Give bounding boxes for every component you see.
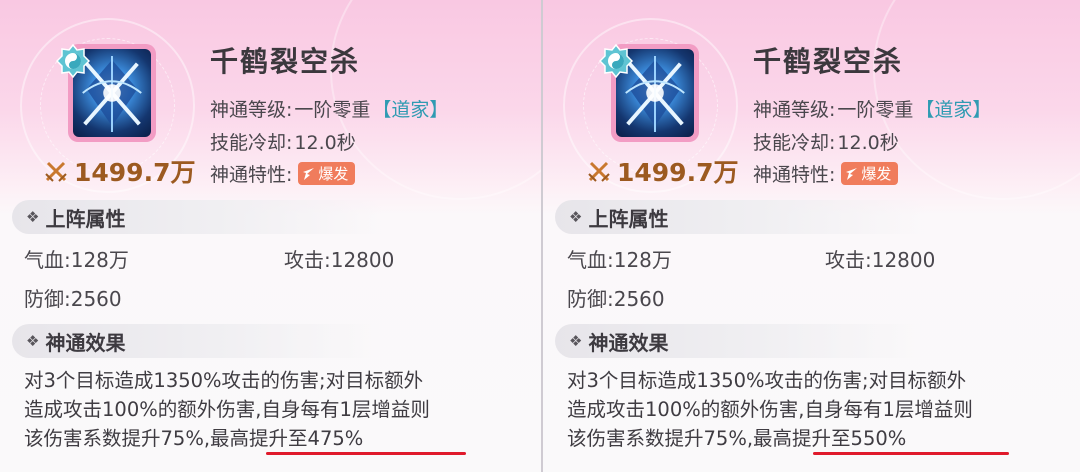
trait-tag: 爆发 <box>841 162 899 185</box>
section-title: 上阵属性 <box>588 206 669 231</box>
skill-name: 千鹤裂空杀 <box>753 45 904 78</box>
combat-power: 1499.7万 <box>587 155 738 187</box>
section-header-effect: ❖ 神通效果 <box>12 324 382 358</box>
level-value: 一阶零重 <box>837 99 914 121</box>
section-header-effect: ❖ 神通效果 <box>555 324 925 358</box>
stat-hp: 气血:128万 <box>567 248 672 272</box>
power-value: 1499.7万 <box>617 158 739 187</box>
effect-line: 该伤害系数提升75%,最高提升至550% <box>567 427 907 450</box>
diamond-bullet-icon: ❖ <box>569 332 583 350</box>
diamond-bullet-icon: ❖ <box>569 208 583 226</box>
skill-level-row: 神通等级: 一阶零重 【道家】 <box>210 95 448 122</box>
cooldown-value: 12.0秒 <box>294 132 356 154</box>
stat-attack: 攻击:12800 <box>284 248 395 272</box>
trait-label: 神通特性: <box>753 164 836 186</box>
effect-highlight: 最高提升至475% <box>210 427 364 450</box>
crossed-swords-power-icon <box>588 161 610 182</box>
effect-line: 对3个目标造成1350%攻击的伤害;对目标额外 <box>24 369 424 392</box>
section-header-attributes: ❖ 上阵属性 <box>555 200 925 234</box>
skill-name: 千鹤裂空杀 <box>210 45 361 78</box>
skill-card-right: 1499.7万 千鹤裂空杀 神通等级: 一阶零重 【道家】 技能冷却: 12.0… <box>543 0 1080 472</box>
section-header-attributes: ❖ 上阵属性 <box>12 200 382 234</box>
cooldown-row: 技能冷却: 12.0秒 <box>210 128 356 155</box>
effect-description: 对3个目标造成1350%攻击的伤害;对目标额外 造成攻击100%的额外伤害,自身… <box>567 366 1067 453</box>
cooldown-row: 技能冷却: 12.0秒 <box>753 128 899 155</box>
effect-line: 对3个目标造成1350%攻击的伤害;对目标额外 <box>567 369 967 392</box>
cooldown-value: 12.0秒 <box>837 132 899 154</box>
diamond-bullet-icon: ❖ <box>26 332 40 350</box>
level-label: 神通等级: <box>753 99 836 121</box>
effect-line: 该伤害系数提升75%,最高提升至475% <box>24 427 364 450</box>
highlight-underline <box>266 452 466 455</box>
trait-tag: 爆发 <box>298 162 356 185</box>
trait-tag-label: 爆发 <box>861 165 892 183</box>
crossed-swords-power-icon <box>45 161 67 182</box>
cooldown-label: 技能冷却: <box>753 132 836 154</box>
diamond-bullet-icon: ❖ <box>26 208 40 226</box>
tao-school-badge-icon <box>599 44 633 78</box>
trait-row: 神通特性: 爆发 <box>753 160 899 187</box>
section-title: 神通效果 <box>45 330 126 355</box>
combat-power: 1499.7万 <box>44 155 195 187</box>
effect-description: 对3个目标造成1350%攻击的伤害;对目标额外 造成攻击100%的额外伤害,自身… <box>24 366 524 453</box>
effect-highlight: 最高提升至550% <box>753 427 907 450</box>
skill-card-left: 1499.7万 千鹤裂空杀 神通等级: 一阶零重 【道家】 技能冷却: 12.0… <box>0 0 541 472</box>
cooldown-label: 技能冷却: <box>210 132 293 154</box>
section-title: 神通效果 <box>588 330 669 355</box>
highlight-underline <box>813 452 1009 455</box>
stat-hp: 气血:128万 <box>24 248 129 272</box>
stat-defense: 防御:2560 <box>24 287 122 311</box>
trait-tag-label: 爆发 <box>318 165 349 183</box>
tao-school-badge-icon <box>56 44 90 78</box>
skill-level-row: 神通等级: 一阶零重 【道家】 <box>753 95 991 122</box>
level-value: 一阶零重 <box>294 99 371 121</box>
trait-label: 神通特性: <box>210 164 293 186</box>
school-tag: 【道家】 <box>915 99 992 121</box>
power-value: 1499.7万 <box>74 158 196 187</box>
level-label: 神通等级: <box>210 99 293 121</box>
section-title: 上阵属性 <box>45 206 126 231</box>
effect-line: 造成攻击100%的额外伤害,自身每有1层增益则 <box>567 398 973 421</box>
trait-row: 神通特性: 爆发 <box>210 160 356 187</box>
stat-attack: 攻击:12800 <box>825 248 936 272</box>
stat-defense: 防御:2560 <box>567 287 665 311</box>
burst-icon <box>846 167 858 180</box>
burst-icon <box>303 167 315 180</box>
effect-line: 造成攻击100%的额外伤害,自身每有1层增益则 <box>24 398 430 421</box>
school-tag: 【道家】 <box>372 99 449 121</box>
